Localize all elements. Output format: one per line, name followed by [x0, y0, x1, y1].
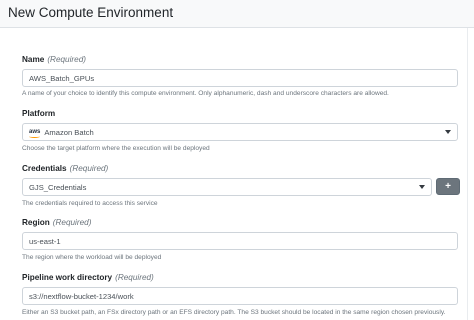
required-marker: (Required) [69, 164, 109, 173]
work-dir-input[interactable]: s3://nextflow-bucket-1234/work [22, 287, 458, 305]
add-credentials-button[interactable]: + [436, 178, 460, 195]
platform-help: Choose the target platform where the exe… [22, 145, 210, 152]
required-marker: (Required) [115, 273, 154, 282]
scroll-divider [467, 28, 468, 320]
credentials-help: The credentials required to access this … [22, 200, 158, 207]
required-marker: (Required) [52, 218, 92, 227]
name-help: A name of your choice to identify this c… [22, 90, 389, 97]
platform-label: Platform [22, 109, 55, 118]
credentials-select-value: GJS_Credentials [29, 182, 87, 192]
region-label-text: Region [22, 218, 50, 227]
work-dir-help: Either an S3 bucket path, an FSx directo… [22, 309, 446, 316]
platform-select[interactable]: aws Amazon Batch [22, 123, 458, 141]
aws-logo-icon: aws [29, 129, 40, 138]
page-header: New Compute Environment [0, 0, 474, 28]
name-label: Name (Required) [22, 55, 86, 64]
chevron-down-icon [419, 185, 425, 189]
credentials-select[interactable]: GJS_Credentials [22, 178, 432, 196]
region-label: Region (Required) [22, 218, 91, 227]
platform-label-text: Platform [22, 109, 56, 118]
region-input[interactable]: us-east-1 [22, 232, 458, 250]
required-marker: (Required) [47, 55, 86, 64]
name-input[interactable]: AWS_Batch_GPUs [22, 69, 458, 87]
region-help: The region where the workload will be de… [22, 254, 162, 261]
credentials-label-text: Credentials [22, 164, 67, 173]
chevron-down-icon [445, 130, 451, 134]
platform-select-value: Amazon Batch [44, 127, 94, 137]
page-title: New Compute Environment [8, 5, 174, 20]
name-input-value: AWS_Batch_GPUs [29, 73, 95, 83]
name-label-text: Name [22, 55, 45, 64]
work-dir-label-text: Pipeline work directory [22, 273, 113, 282]
work-dir-input-value: s3://nextflow-bucket-1234/work [29, 291, 134, 301]
work-dir-label: Pipeline work directory (Required) [22, 273, 154, 282]
region-input-value: us-east-1 [29, 236, 61, 246]
credentials-label: Credentials (Required) [22, 164, 108, 173]
